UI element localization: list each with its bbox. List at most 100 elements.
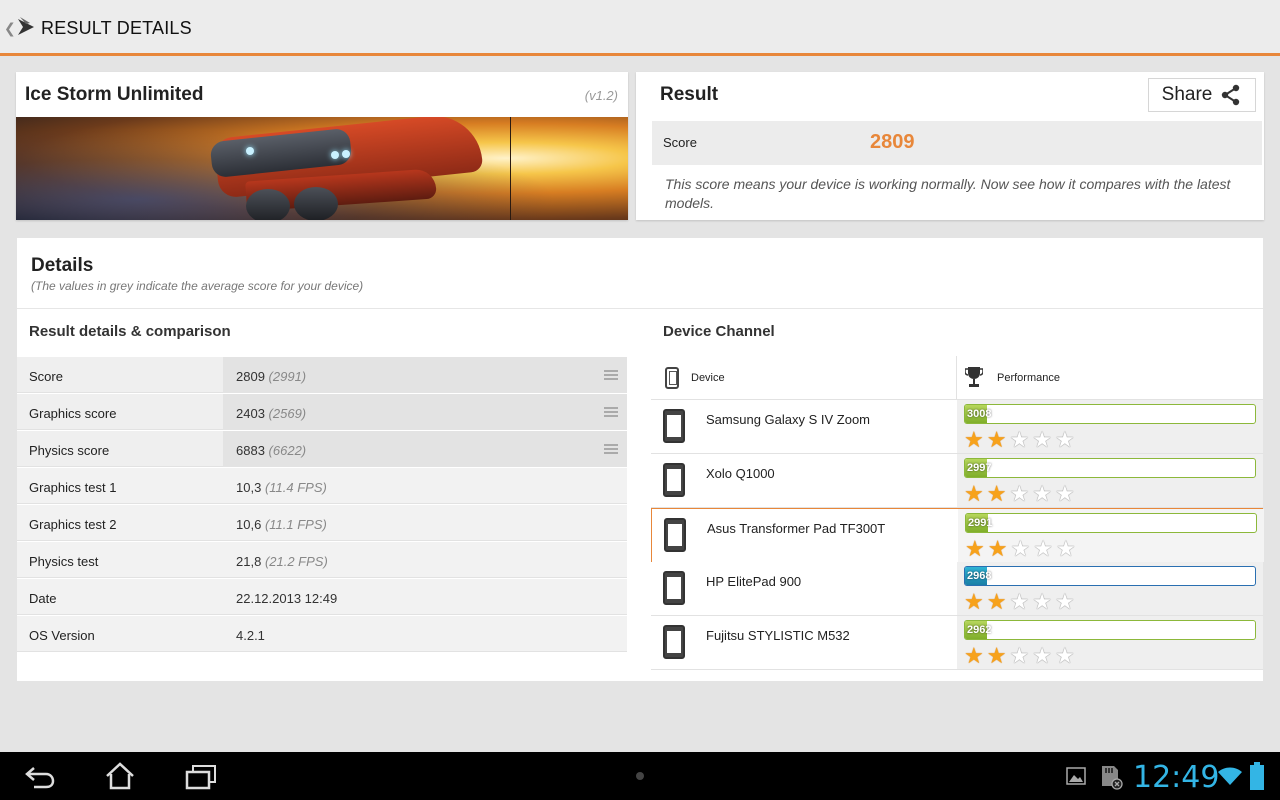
star-filled-icon: ★ — [964, 427, 984, 452]
star-empty-icon: ★ — [1009, 481, 1030, 506]
row-value: 4.2.1 — [236, 628, 265, 643]
star-filled-icon: ★ — [964, 643, 984, 668]
device-name: HP ElitePad 900 — [706, 574, 802, 589]
result-details-table: Score 2809 (2991) Graphics score 2403 (2… — [17, 356, 627, 652]
phone-icon — [663, 409, 685, 443]
row-value: 10,6 (11.1 FPS) — [236, 517, 327, 532]
phone-icon — [664, 518, 686, 552]
comparison-title: Result details & comparison — [29, 323, 231, 340]
score-note: This score means your device is working … — [665, 176, 1231, 211]
details-title: Details — [31, 255, 94, 276]
star-empty-icon: ★ — [1054, 643, 1075, 668]
device-name: Fujitsu STYLISTIC M532 — [706, 628, 850, 643]
page-title: RESULT DETAILS — [41, 18, 192, 38]
star-empty-icon: ★ — [1009, 427, 1030, 452]
phone-icon — [663, 625, 685, 659]
test-title: Ice Storm Unlimited — [25, 84, 204, 105]
performance-bar: 2968 — [964, 566, 1256, 586]
row-label: Physics test — [29, 554, 99, 569]
nav-dot — [636, 772, 644, 780]
star-empty-icon: ★ — [1032, 481, 1052, 506]
performance-score: 2997 — [967, 462, 992, 474]
share-icon — [1222, 84, 1240, 106]
star-filled-icon: ★ — [986, 427, 1007, 452]
star-filled-icon: ★ — [986, 589, 1007, 614]
device-channel-header: Device Performance — [651, 356, 1263, 400]
star-rating: ★ ★ ★ ★ ★ — [964, 483, 1075, 505]
phone-icon — [663, 571, 685, 605]
star-filled-icon: ★ — [965, 536, 985, 561]
3dmark-logo-icon[interactable] — [16, 15, 36, 39]
score-bar: Score 2809 — [652, 121, 1262, 165]
wifi-icon — [1218, 767, 1242, 785]
star-filled-icon: ★ — [986, 481, 1007, 506]
star-empty-icon: ★ — [1033, 536, 1053, 561]
result-row-graphics-test-2: Graphics test 2 10,6 (11.1 FPS) — [17, 504, 627, 541]
star-empty-icon: ★ — [1009, 643, 1030, 668]
nav-recent-apps-icon[interactable] — [185, 764, 217, 790]
row-label: Score — [29, 369, 63, 384]
result-card: Result Share Score 2809 This score means… — [636, 72, 1264, 220]
expand-menu-icon[interactable] — [604, 444, 618, 454]
star-empty-icon: ★ — [1032, 589, 1052, 614]
status-clock: 12:49 — [1133, 760, 1220, 795]
result-title: Result — [660, 84, 719, 105]
star-empty-icon: ★ — [1054, 589, 1075, 614]
device-row[interactable]: Fujitsu STYLISTIC M532 2962 ★ ★ ★ ★ ★ — [651, 616, 1263, 670]
device-channel-table: Device Performance Samsung Galaxy S IV Z… — [651, 356, 1264, 670]
row-label: Graphics test 2 — [29, 517, 117, 532]
device-row[interactable]: Xolo Q1000 2997 ★ ★ ★ ★ ★ — [651, 454, 1263, 508]
result-row-graphics-test-1: Graphics test 1 10,3 (11.4 FPS) — [17, 467, 627, 504]
nav-back-icon[interactable] — [24, 764, 56, 790]
row-label: OS Version — [29, 628, 95, 643]
star-empty-icon: ★ — [1032, 643, 1052, 668]
star-empty-icon: ★ — [1009, 589, 1030, 614]
star-empty-icon: ★ — [1054, 427, 1075, 452]
nav-home-icon[interactable] — [105, 762, 135, 790]
star-filled-icon: ★ — [964, 481, 984, 506]
row-label: Date — [29, 591, 57, 606]
row-value: 6883 (6622) — [236, 443, 307, 458]
star-empty-icon: ★ — [1054, 481, 1075, 506]
star-rating: ★ ★ ★ ★ ★ — [964, 591, 1075, 613]
expand-menu-icon[interactable] — [604, 370, 618, 380]
performance-score: 2962 — [967, 624, 992, 636]
device-phone-icon — [665, 367, 679, 389]
expand-menu-icon[interactable] — [604, 407, 618, 417]
device-row[interactable]: HP ElitePad 900 2968 ★ ★ ★ ★ ★ — [651, 562, 1263, 616]
star-filled-icon: ★ — [964, 589, 984, 614]
score-value: 2809 — [870, 131, 915, 153]
star-filled-icon: ★ — [986, 643, 1007, 668]
performance-score: 2968 — [967, 570, 992, 582]
result-row-physics-test: Physics test 21,8 (21.2 FPS) — [17, 541, 627, 578]
row-value: 2403 (2569) — [236, 406, 307, 421]
col-device: Device — [691, 372, 725, 384]
sd-card-icon[interactable] — [1098, 764, 1124, 790]
device-row[interactable]: Samsung Galaxy S IV Zoom 3008 ★ ★ ★ ★ ★ — [651, 400, 1263, 454]
back-chevron-icon[interactable]: ❮ — [4, 20, 16, 37]
row-label: Graphics score — [29, 406, 117, 421]
device-channel-title: Device Channel — [663, 323, 775, 340]
device-name: Xolo Q1000 — [706, 466, 775, 481]
details-subtitle: (The values in grey indicate the average… — [31, 279, 364, 293]
trophy-icon — [965, 367, 983, 387]
performance-bar: 3008 — [964, 404, 1256, 424]
row-label: Physics score — [29, 443, 110, 458]
details-card: Details (The values in grey indicate the… — [17, 238, 1264, 681]
result-row-score[interactable]: Score 2809 (2991) — [17, 356, 627, 393]
result-row-physics-score[interactable]: Physics score 6883 (6622) — [17, 430, 627, 467]
row-label: Graphics test 1 — [29, 480, 117, 495]
result-row-date: Date 22.12.2013 12:49 — [17, 578, 627, 615]
test-banner-image — [16, 117, 628, 220]
star-filled-icon: ★ — [987, 536, 1008, 561]
share-button-label: Share — [1161, 84, 1213, 105]
phone-icon — [663, 463, 685, 497]
share-button[interactable]: Share — [1148, 78, 1256, 112]
star-empty-icon: ★ — [1055, 536, 1076, 561]
gallery-notification-icon[interactable] — [1066, 766, 1086, 786]
col-performance: Performance — [997, 372, 1060, 384]
device-row-current[interactable]: Asus Transformer Pad TF300T 2991 ★ ★ ★ ★ ★ — [651, 508, 1264, 562]
result-row-os-version: OS Version 4.2.1 — [17, 615, 627, 652]
star-rating: ★ ★ ★ ★ ★ — [964, 429, 1075, 451]
result-row-graphics-score[interactable]: Graphics score 2403 (2569) — [17, 393, 627, 430]
